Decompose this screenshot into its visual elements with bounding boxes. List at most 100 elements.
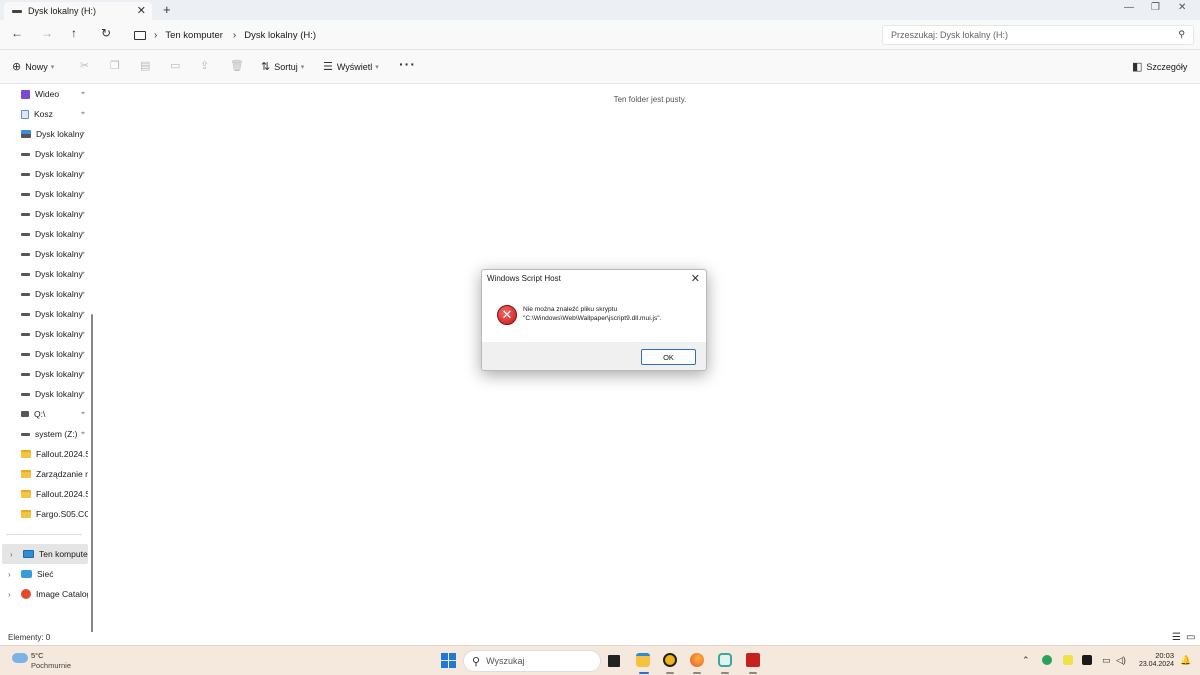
breadcrumb-ten-komputer[interactable]: Ten komputer (165, 30, 223, 41)
chevron-right-icon[interactable]: › (10, 550, 13, 559)
windows-logo-icon (441, 653, 448, 660)
taskbar-search-label: Wyszukaj (486, 656, 525, 666)
dialog-close-icon[interactable]: ✕ (691, 272, 700, 285)
recycle-bin-icon (21, 109, 29, 119)
notification-bell-icon[interactable]: 🔔 (1180, 655, 1191, 666)
sidebar-item[interactable]: Kosz ⌖ (0, 104, 88, 124)
running-app-indicator (721, 672, 729, 674)
drive-icon (21, 352, 30, 356)
sidebar-item[interactable]: Dysk lokalny ⌖ (0, 364, 88, 384)
clock-time[interactable]: 20:03 (1138, 651, 1174, 660)
app-icon-script[interactable] (746, 653, 760, 667)
sidebar-item[interactable]: Dysk lokalny ⌖ (0, 204, 88, 224)
sidebar-item[interactable]: Dysk lokalny ⌖ (0, 144, 88, 164)
sidebar-divider (6, 534, 82, 535)
rename-icon[interactable]: ▭ (170, 59, 180, 72)
sidebar-item[interactable]: Dysk lokalny ⌖ (0, 184, 88, 204)
sidebar-group-item[interactable]: › Ten komputer (2, 544, 88, 564)
task-view-icon[interactable] (608, 655, 620, 667)
new-tab-button[interactable]: + (163, 2, 171, 17)
clock-date[interactable]: 23.04.2024 (1130, 661, 1174, 668)
tab-close-icon[interactable]: ✕ (137, 4, 146, 17)
chevron-right-icon: › (232, 29, 237, 41)
back-button[interactable]: ← (11, 26, 23, 40)
network-icon[interactable]: ▭ (1102, 655, 1111, 666)
pin-icon: ⌖ (81, 170, 85, 177)
sidebar-item-label: system (Z:) (35, 429, 78, 439)
share-icon[interactable]: ⇪ (200, 59, 209, 72)
new-button[interactable]: ⊕ Nowy ▾ (12, 60, 54, 73)
weather-description[interactable]: Pochmurnie (31, 661, 71, 670)
address-box[interactable]: › Ten komputer › Dysk lokalny (H:) (128, 25, 876, 45)
cut-icon[interactable]: ✂ (80, 59, 89, 72)
pin-icon: ⌖ (81, 330, 85, 337)
sidebar-item-label: Dysk lokalny (35, 249, 83, 259)
file-explorer-icon[interactable] (636, 653, 650, 667)
maximize-button[interactable]: ❐ (1151, 2, 1160, 13)
chevron-right-icon[interactable]: › (8, 590, 11, 599)
app-icon-notepad[interactable] (718, 653, 732, 667)
cloud-icon[interactable] (12, 653, 28, 663)
details-label: Szczegóły (1146, 61, 1188, 72)
pin-icon: ⌖ (81, 250, 85, 257)
delete-icon[interactable]: 🗑 (230, 59, 244, 72)
sidebar-scrollbar[interactable] (91, 314, 93, 632)
minimize-button[interactable]: — (1124, 2, 1134, 13)
view-button[interactable]: ☰ Wyświetl ▾ (323, 60, 379, 73)
sort-button[interactable]: ⇅ Sortuj ▾ (261, 60, 304, 73)
forward-button[interactable]: → (41, 26, 53, 40)
tab-dysk-lokalny[interactable]: Dysk lokalny (H:) ✕ (4, 2, 152, 20)
tray-note-icon[interactable] (1063, 655, 1073, 665)
volume-icon[interactable]: ◁) (1116, 655, 1126, 666)
sidebar-item[interactable]: Dysk lokalny ⌖ (0, 244, 88, 264)
tiles-view-icon[interactable]: ▭ (1186, 632, 1195, 643)
refresh-button[interactable]: ↻ (101, 26, 111, 40)
details-view-icon[interactable]: ☰ (1172, 632, 1181, 643)
sidebar-item[interactable]: Zarządzanie re (0, 464, 88, 484)
sidebar-item-label: Zarządzanie re (36, 469, 88, 479)
sidebar-item[interactable]: Wideo ⌖ (0, 84, 88, 104)
sidebar-item[interactable]: Dysk lokalny ⌖ (0, 124, 88, 144)
details-button[interactable]: ◧ Szczegóły (1132, 60, 1187, 73)
app-icon-triangle[interactable] (663, 653, 677, 667)
close-window-button[interactable]: ✕ (1178, 2, 1186, 13)
breadcrumb-dysk-lokalny[interactable]: Dysk lokalny (H:) (244, 30, 316, 41)
pin-icon: ⌖ (81, 110, 85, 117)
sidebar-item[interactable]: Dysk lokalny ⌖ (0, 344, 88, 364)
more-options-button[interactable]: ··· (399, 56, 416, 72)
firefox-icon[interactable] (690, 653, 704, 667)
chevron-right-icon[interactable]: › (8, 570, 11, 579)
search-input[interactable] (891, 30, 1171, 40)
sidebar-item[interactable]: Fallout.2024.S0 (0, 484, 88, 504)
sidebar-item[interactable]: Dysk lokalny ⌖ (0, 384, 88, 404)
dialog-titlebar[interactable]: Windows Script Host ✕ (482, 270, 706, 288)
sidebar-group-item[interactable]: › Image Catalog (0, 584, 88, 604)
taskbar-search[interactable]: ⚲ Wyszukaj (463, 650, 601, 672)
tray-app-icon[interactable] (1042, 655, 1052, 665)
weather-temperature[interactable]: 5°C (31, 651, 44, 660)
sidebar-group-item[interactable]: › Sieć (0, 564, 88, 584)
sidebar-item[interactable]: Dysk lokalny ⌖ (0, 264, 88, 284)
sidebar-item[interactable]: Dysk lokalny ⌖ (0, 224, 88, 244)
pin-icon: ⌖ (81, 370, 85, 377)
chevron-up-icon[interactable]: ⌃ (1022, 655, 1030, 666)
sidebar-item[interactable]: Dysk lokalny ⌖ (0, 164, 88, 184)
sidebar-item[interactable]: Dysk lokalny ⌖ (0, 304, 88, 324)
start-button[interactable] (441, 653, 456, 668)
up-button[interactable]: ↑ (71, 26, 77, 40)
tray-gpu-icon[interactable] (1082, 655, 1092, 665)
search-box[interactable]: ⚲ (882, 25, 1194, 45)
sidebar-item[interactable]: Dysk lokalny ⌖ (0, 284, 88, 304)
pin-icon: ⌖ (81, 290, 85, 297)
sidebar-item[interactable]: Fargo.S05.COM (0, 504, 88, 524)
sidebar-item[interactable]: Dysk lokalny ⌖ (0, 324, 88, 344)
command-bar: ⊕ Nowy ▾ ✂ ❐ ▤ ▭ ⇪ 🗑 ⇅ Sortuj ▾ ☰ Wyświe… (0, 50, 1200, 84)
pin-icon: ⌖ (81, 90, 85, 97)
paste-icon[interactable]: ▤ (140, 59, 150, 72)
search-icon[interactable]: ⚲ (1178, 29, 1185, 40)
ok-button[interactable]: OK (641, 349, 696, 365)
sidebar-item[interactable]: system (Z:) ⌖ (0, 424, 88, 444)
sidebar-item[interactable]: Q:\ ⌖ (0, 404, 88, 424)
copy-icon[interactable]: ❐ (110, 59, 120, 72)
sidebar-item[interactable]: Fallout.2024.S0 (0, 444, 88, 464)
